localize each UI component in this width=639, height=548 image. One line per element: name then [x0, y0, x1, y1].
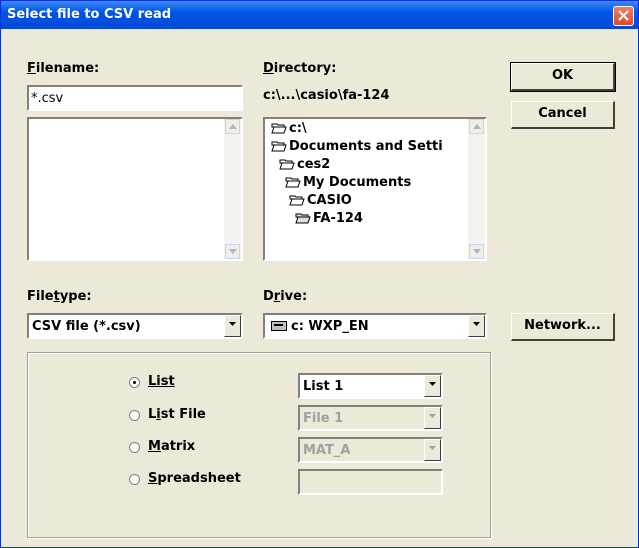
list-dropdown-button[interactable]	[424, 375, 441, 397]
chevron-down-icon	[473, 322, 480, 326]
radio-matrix-label[interactable]: Matrix	[148, 439, 195, 454]
list-file-select[interactable]: File 1	[298, 405, 443, 431]
list-file-dropdown-button[interactable]	[424, 407, 441, 429]
list-select-value: List 1	[303, 379, 344, 394]
directory-path: c:\...\casio\fa-124	[263, 88, 390, 103]
radio-matrix[interactable]	[129, 442, 140, 453]
ok-button[interactable]: OK	[510, 62, 616, 92]
directory-label: Directory:	[263, 61, 337, 76]
filetype-dropdown-button[interactable]	[224, 315, 241, 337]
scroll-down-button[interactable]	[225, 244, 240, 259]
chevron-down-icon	[229, 322, 236, 326]
drive-dropdown-button[interactable]	[468, 315, 485, 337]
tree-item-fa124[interactable]: FA-124	[295, 211, 363, 226]
file-list[interactable]	[27, 117, 243, 261]
filename-input[interactable]: *.csv	[27, 85, 243, 111]
list-file-select-value: File 1	[303, 411, 344, 426]
spreadsheet-input[interactable]	[298, 469, 443, 495]
radio-list-file[interactable]	[129, 410, 140, 421]
arrow-down-icon	[473, 249, 481, 254]
radio-spreadsheet-label[interactable]: Spreadsheet	[148, 471, 241, 486]
scroll-up-button[interactable]	[469, 119, 484, 134]
arrow-down-icon	[229, 249, 237, 254]
filename-value: *.csv	[31, 91, 64, 106]
chevron-down-icon	[429, 382, 436, 386]
window-title: Select file to CSV read	[7, 7, 172, 22]
tree-item-casio[interactable]: CASIO	[289, 193, 352, 208]
matrix-select[interactable]: MAT_A	[298, 437, 443, 463]
open-folder-icon	[271, 141, 287, 152]
filetype-value: CSV file (*.csv)	[32, 319, 141, 334]
directory-tree[interactable]: c:\ Documents and Setti ces2 My Document…	[263, 117, 487, 261]
close-icon	[618, 10, 629, 21]
directory-scrollbar[interactable]	[468, 119, 485, 259]
open-folder-icon	[271, 123, 287, 134]
arrow-up-icon	[229, 124, 237, 129]
open-folder-icon	[295, 213, 311, 224]
tree-item-documents[interactable]: Documents and Setti	[271, 139, 443, 154]
radio-list-label[interactable]: List	[148, 374, 175, 389]
network-button[interactable]: Network...	[511, 313, 615, 341]
tree-item-c[interactable]: c:\	[271, 121, 307, 136]
open-folder-icon	[289, 195, 305, 206]
list-select[interactable]: List 1	[298, 373, 443, 399]
open-folder-icon	[285, 177, 301, 188]
drive-select[interactable]: c: WXP_EN	[263, 313, 487, 339]
tree-item-my-documents[interactable]: My Documents	[285, 175, 411, 190]
file-list-scrollbar[interactable]	[224, 119, 241, 259]
filetype-label: Filetype:	[27, 289, 92, 304]
title-bar: Select file to CSV read	[1, 1, 638, 29]
scroll-down-button[interactable]	[469, 244, 484, 259]
drive-icon	[271, 321, 287, 331]
radio-selected-dot	[133, 381, 136, 384]
filename-label: Filename:	[27, 61, 100, 76]
close-button[interactable]	[613, 6, 634, 26]
radio-list-file-label[interactable]: List File	[148, 407, 206, 422]
tree-item-ces2[interactable]: ces2	[279, 157, 330, 172]
dialog-window: Select file to CSV read Filename: *.csv …	[0, 0, 639, 548]
chevron-down-icon	[429, 446, 436, 450]
arrow-up-icon	[473, 124, 481, 129]
open-folder-icon	[279, 159, 295, 170]
matrix-select-value: MAT_A	[303, 443, 351, 458]
drive-value: c: WXP_EN	[291, 319, 369, 334]
scroll-up-button[interactable]	[225, 119, 240, 134]
matrix-dropdown-button[interactable]	[424, 439, 441, 461]
drive-label: Drive:	[263, 289, 308, 304]
chevron-down-icon	[429, 414, 436, 418]
cancel-button[interactable]: Cancel	[511, 101, 615, 129]
radio-spreadsheet[interactable]	[129, 474, 140, 485]
radio-list[interactable]	[129, 377, 140, 388]
filetype-select[interactable]: CSV file (*.csv)	[27, 313, 243, 339]
